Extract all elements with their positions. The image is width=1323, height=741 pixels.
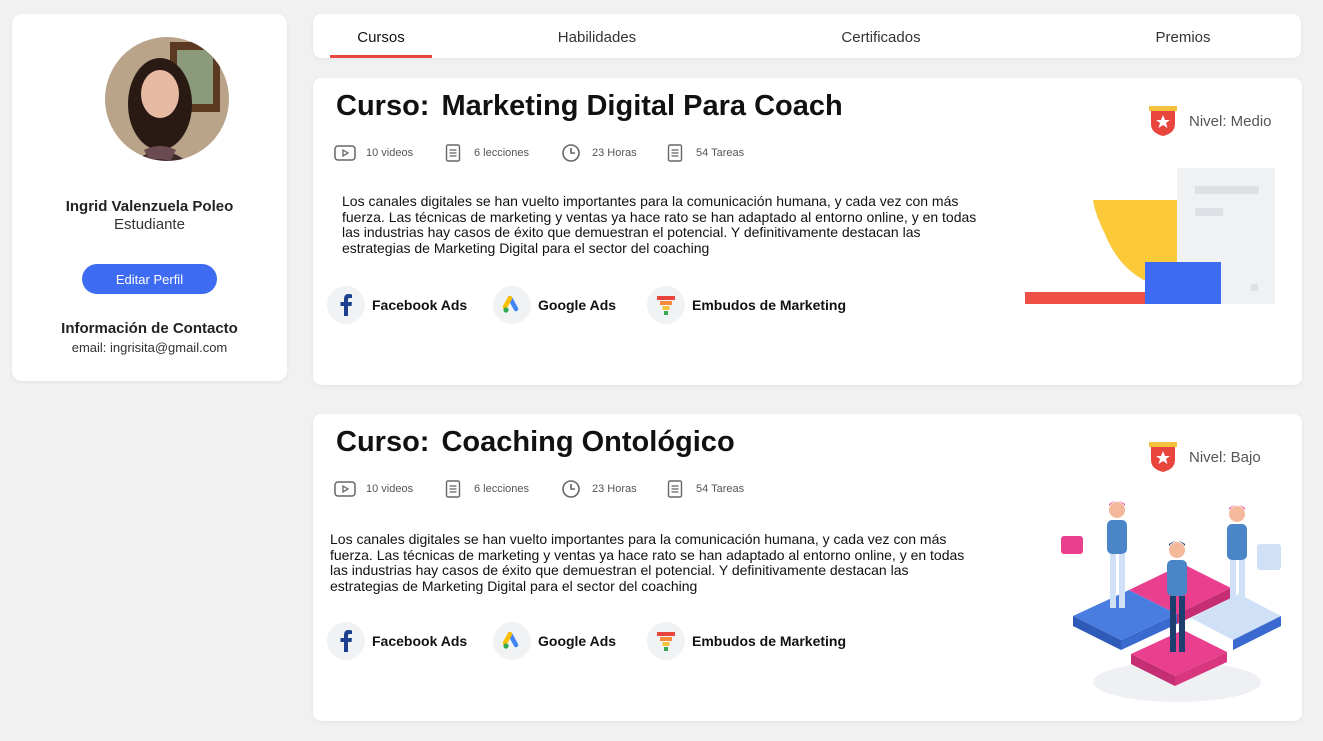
edit-profile-button[interactable]: Editar Perfil xyxy=(82,264,217,294)
video-icon xyxy=(334,144,356,162)
course-tasks: 54 Tareas xyxy=(664,480,744,498)
course-title[interactable]: Curso: Marketing Digital Para Coach xyxy=(336,90,843,123)
funnel-icon xyxy=(647,622,685,660)
skill-facebook-ads: Facebook Ads xyxy=(327,622,467,660)
course-hours: 23 Horas xyxy=(560,144,637,162)
contact-email: email: ingrisita@gmail.com xyxy=(71,340,228,355)
clock-icon xyxy=(560,144,582,162)
tab-cursos[interactable]: Cursos xyxy=(330,14,432,58)
course-lessons: 6 lecciones xyxy=(442,144,529,162)
tab-certificados[interactable]: Certificados xyxy=(821,14,941,58)
funnel-icon xyxy=(647,286,685,324)
course-lessons: 6 lecciones xyxy=(442,480,529,498)
course-level: Nivel: Medio xyxy=(1147,106,1272,136)
course-card[interactable]: Curso: Coaching Ontológico Nivel: Bajo 10… xyxy=(313,414,1302,721)
video-icon xyxy=(334,480,356,498)
lessons-icon xyxy=(442,480,464,498)
course-videos: 10 videos xyxy=(334,480,413,498)
course-tasks: 54 Tareas xyxy=(664,144,744,162)
profile-role: Estudiante xyxy=(114,216,185,233)
skill-embudos: Embudos de Marketing xyxy=(647,286,846,324)
course-illustration xyxy=(1025,168,1275,304)
course-level: Nivel: Bajo xyxy=(1147,442,1261,472)
course-title-text: Marketing Digital Para Coach xyxy=(441,90,843,122)
course-title[interactable]: Curso: Coaching Ontológico xyxy=(336,426,735,459)
course-description: Los canales digitales se han vuelto impo… xyxy=(342,193,977,256)
course-level-text: Nivel: Medio xyxy=(1189,112,1272,130)
avatar xyxy=(104,32,230,182)
course-videos: 10 videos xyxy=(334,144,413,162)
google-ads-icon xyxy=(493,286,531,324)
tab-bar: Cursos Habilidades Certificados Premios xyxy=(313,14,1301,58)
tasks-icon xyxy=(664,480,686,498)
tab-habilidades[interactable]: Habilidades xyxy=(537,14,657,58)
facebook-icon xyxy=(327,622,365,660)
level-badge-icon xyxy=(1149,442,1177,472)
tab-premios[interactable]: Premios xyxy=(1133,14,1233,58)
profile-name: Ingrid Valenzuela Poleo xyxy=(65,198,234,215)
profile-card: Ingrid Valenzuela Poleo Estudiante Edita… xyxy=(12,14,287,381)
tasks-icon xyxy=(664,144,686,162)
lessons-icon xyxy=(442,144,464,162)
course-hours: 23 Horas xyxy=(560,480,637,498)
skill-google-ads: Google Ads xyxy=(493,286,616,324)
course-title-prefix: Curso: xyxy=(336,426,430,458)
course-illustration xyxy=(1061,501,1281,702)
skill-facebook-ads: Facebook Ads xyxy=(327,286,467,324)
skill-embudos: Embudos de Marketing xyxy=(647,622,846,660)
facebook-icon xyxy=(327,286,365,324)
course-level-text: Nivel: Bajo xyxy=(1189,448,1261,466)
contact-info-title: Información de Contacto xyxy=(61,320,238,337)
course-card[interactable]: Curso: Marketing Digital Para Coach Nivel… xyxy=(313,78,1302,385)
course-description: Los canales digitales se han vuelto impo… xyxy=(330,531,965,594)
course-title-prefix: Curso: xyxy=(336,90,430,122)
google-ads-icon xyxy=(493,622,531,660)
level-badge-icon xyxy=(1149,106,1177,136)
skill-google-ads: Google Ads xyxy=(493,622,616,660)
clock-icon xyxy=(560,480,582,498)
course-title-text: Coaching Ontológico xyxy=(441,426,735,458)
